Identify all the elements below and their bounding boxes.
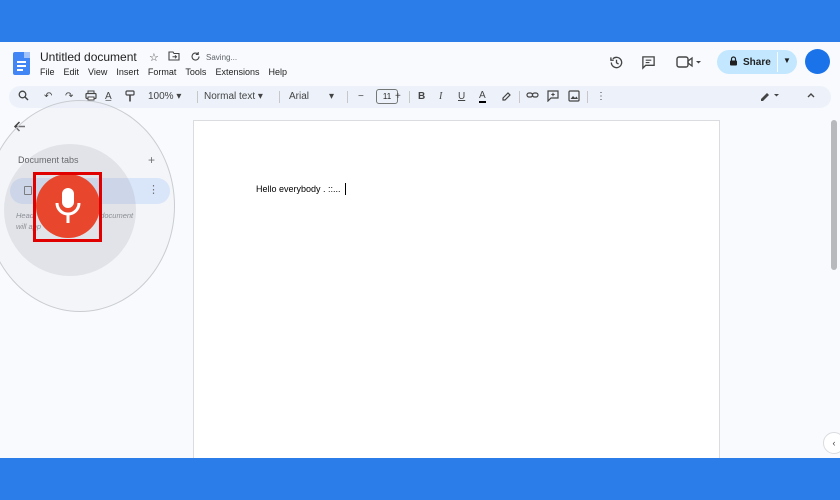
sync-icon bbox=[190, 51, 201, 65]
avatar[interactable] bbox=[805, 49, 830, 74]
highlight-color-icon[interactable] bbox=[501, 90, 512, 106]
document-title[interactable]: Untitled document bbox=[40, 50, 137, 64]
meet-icon[interactable] bbox=[674, 53, 704, 71]
italic-icon[interactable]: I bbox=[439, 90, 442, 104]
document-text: Hello everybody . ::... bbox=[256, 184, 341, 194]
add-comment-icon[interactable] bbox=[547, 90, 559, 107]
bold-icon[interactable]: B bbox=[418, 90, 425, 104]
share-label: Share bbox=[743, 56, 771, 68]
formatting-toolbar: ↶ ↷ A̲ 100% ▾ Normal text ▾ Arial ▾ − 11… bbox=[9, 86, 831, 108]
spellcheck-icon[interactable]: A̲ bbox=[105, 90, 112, 104]
menu-tools[interactable]: Tools bbox=[185, 67, 206, 77]
menu-edit[interactable]: Edit bbox=[64, 67, 80, 77]
menu-extensions[interactable]: Extensions bbox=[215, 67, 259, 77]
menu-file[interactable]: File bbox=[40, 67, 55, 77]
increase-font-size-icon[interactable]: + bbox=[395, 90, 401, 104]
menu-insert[interactable]: Insert bbox=[116, 67, 139, 77]
collapse-menus-icon[interactable] bbox=[806, 90, 816, 105]
star-icon[interactable]: ☆ bbox=[149, 51, 159, 64]
share-button[interactable]: Share ▼ bbox=[717, 50, 797, 74]
search-menus-icon[interactable] bbox=[18, 90, 29, 106]
move-folder-icon[interactable] bbox=[168, 51, 180, 64]
font-select[interactable]: Arial bbox=[289, 90, 309, 104]
menu-help[interactable]: Help bbox=[268, 67, 287, 77]
undo-icon[interactable]: ↶ bbox=[44, 90, 52, 104]
style-select[interactable]: Normal text ▾ bbox=[204, 90, 263, 104]
side-panel-toggle-icon[interactable]: ‹ bbox=[823, 432, 840, 454]
style-value: Normal text bbox=[204, 91, 256, 102]
docs-window: Untitled document ☆ Saving... File Edit … bbox=[0, 42, 840, 458]
text-color-icon[interactable]: A bbox=[479, 90, 486, 103]
menu-bar: File Edit View Insert Format Tools Exten… bbox=[40, 67, 287, 77]
font-value: Arial bbox=[289, 91, 310, 102]
editing-mode-icon[interactable] bbox=[759, 90, 781, 106]
underline-icon[interactable]: U bbox=[458, 90, 465, 104]
highlight-box bbox=[33, 172, 102, 242]
decrease-font-size-icon[interactable]: − bbox=[358, 90, 364, 104]
paint-format-icon[interactable] bbox=[125, 90, 135, 107]
zoom-select[interactable]: 100% ▾ bbox=[148, 90, 181, 104]
comments-icon[interactable] bbox=[639, 53, 657, 71]
zoom-value: 100% bbox=[148, 91, 174, 102]
text-cursor bbox=[344, 183, 346, 195]
docs-logo-icon[interactable] bbox=[13, 52, 30, 75]
font-dropdown-icon[interactable]: ▾ bbox=[329, 90, 334, 104]
document-body[interactable]: Hello everybody . ::... bbox=[256, 183, 346, 195]
saving-status: Saving... bbox=[206, 53, 238, 62]
more-options-icon[interactable]: ⋮ bbox=[596, 90, 606, 104]
version-history-icon[interactable] bbox=[607, 53, 625, 71]
document-page[interactable]: Hello everybody . ::... bbox=[193, 120, 720, 458]
share-dropdown-icon[interactable]: ▼ bbox=[783, 56, 791, 65]
menu-view[interactable]: View bbox=[88, 67, 107, 77]
insert-image-icon[interactable] bbox=[568, 90, 580, 107]
insert-link-icon[interactable] bbox=[526, 90, 539, 105]
lock-icon bbox=[729, 56, 738, 68]
vertical-scrollbar[interactable] bbox=[831, 120, 837, 270]
menu-format[interactable]: Format bbox=[148, 67, 177, 77]
